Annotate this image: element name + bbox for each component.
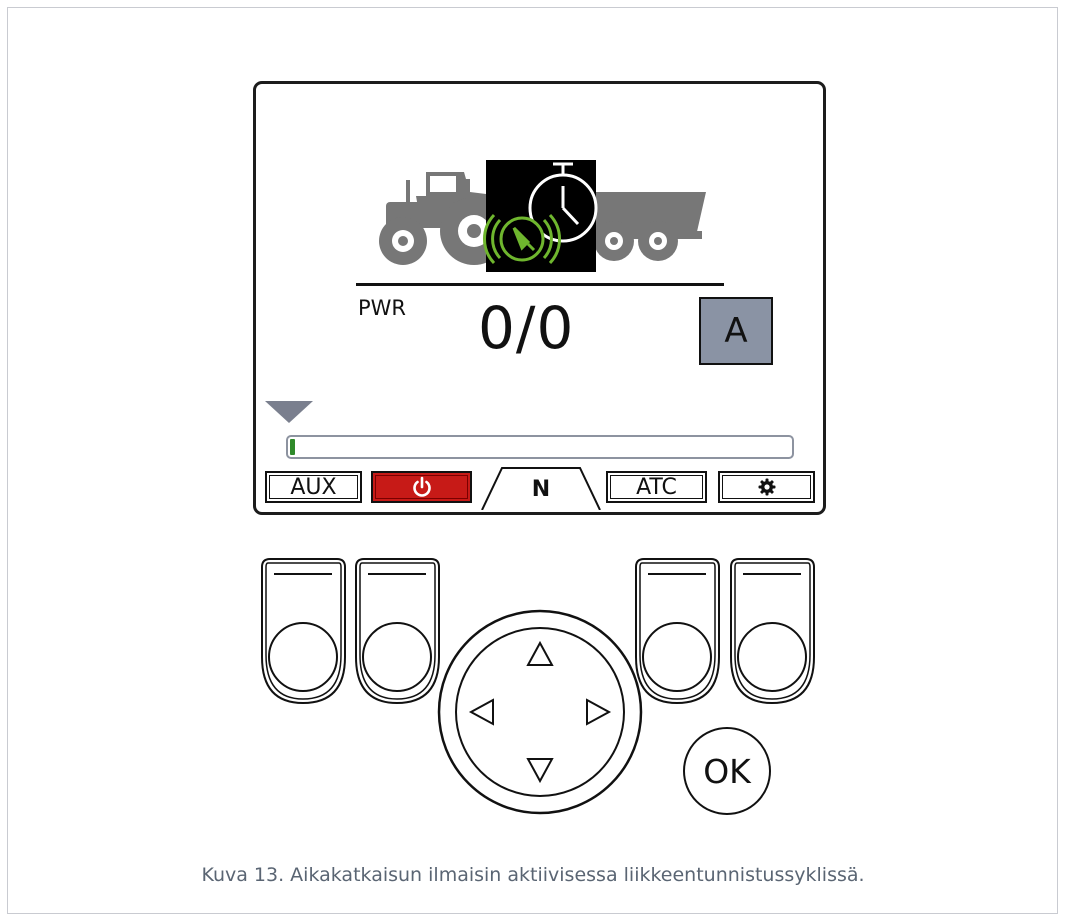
progress-fill bbox=[290, 439, 295, 455]
ok-button[interactable]: OK bbox=[683, 727, 771, 815]
mode-indicator: A bbox=[699, 297, 773, 365]
softkey-atc-label: ATC bbox=[636, 474, 677, 500]
softkey-bar: AUX N ATC bbox=[262, 466, 820, 510]
function-key-4[interactable] bbox=[729, 557, 816, 705]
tractor-icon bbox=[379, 160, 706, 272]
softkey-power[interactable] bbox=[371, 471, 472, 503]
navigation-dial bbox=[437, 609, 643, 815]
softkey-settings[interactable] bbox=[718, 471, 815, 503]
power-icon bbox=[412, 476, 431, 497]
ok-button-label: OK bbox=[703, 751, 751, 791]
pwr-label: PWR bbox=[358, 296, 407, 320]
figure-caption: Kuva 13. Aikakatkaisun ilmaisin aktiivis… bbox=[201, 864, 865, 886]
function-key-3[interactable] bbox=[634, 557, 721, 705]
display-screen: PWR 0/0 A AUX N ATC bbox=[253, 81, 826, 515]
function-key-1[interactable] bbox=[260, 557, 347, 705]
gear-icon bbox=[758, 478, 775, 496]
pwr-value: 0/0 bbox=[478, 294, 575, 362]
position-marker-icon bbox=[265, 401, 313, 423]
progress-bar bbox=[286, 435, 794, 459]
softkey-neutral[interactable]: N bbox=[480, 466, 602, 510]
softkey-aux-label: AUX bbox=[290, 474, 337, 500]
function-key-2[interactable] bbox=[354, 557, 441, 705]
softkey-aux[interactable]: AUX bbox=[265, 471, 362, 503]
softkey-neutral-label: N bbox=[531, 476, 551, 502]
divider-line bbox=[356, 283, 724, 286]
trailer-icon bbox=[582, 192, 706, 261]
softkey-atc[interactable]: ATC bbox=[606, 471, 707, 503]
